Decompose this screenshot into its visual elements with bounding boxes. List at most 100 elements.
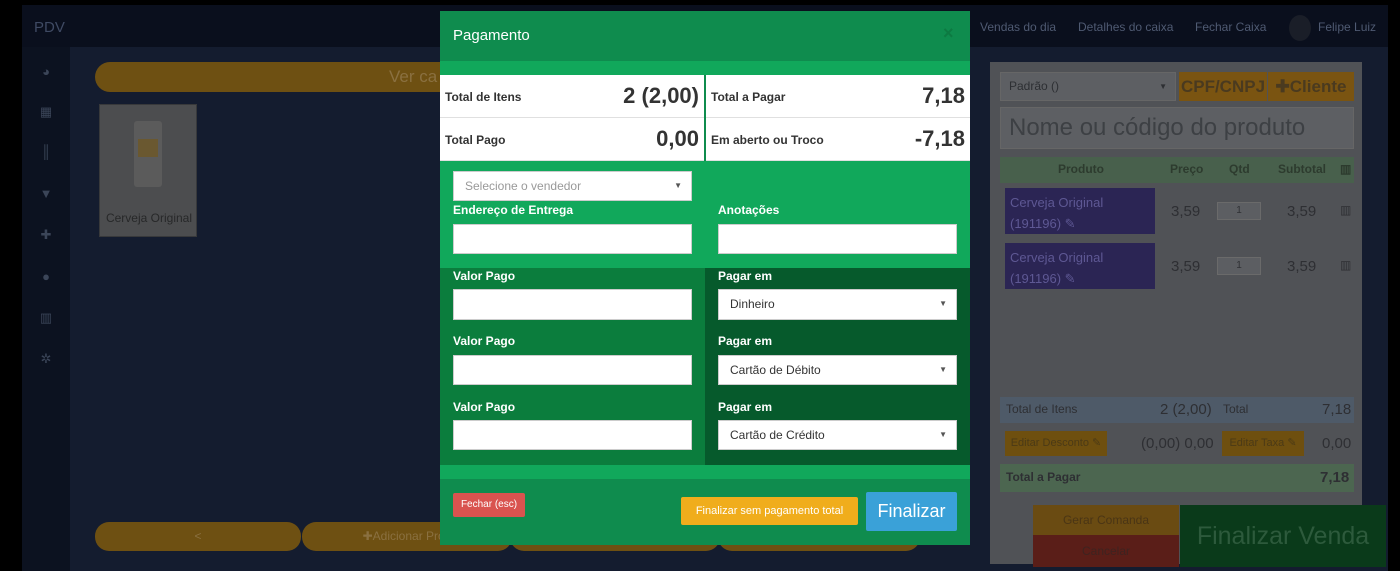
- gears-icon[interactable]: ✲: [37, 352, 55, 366]
- product-image: [134, 121, 162, 187]
- em-aberto-label: Em aberto ou Troco: [711, 133, 824, 147]
- payment-method-select[interactable]: Cartão de Crédito ▼: [718, 420, 957, 450]
- dashboard-icon[interactable]: ◕: [37, 65, 55, 79]
- cart-item-code: (191196) ✎: [1010, 216, 1076, 231]
- total-itens-value: 2 (2,00): [1160, 401, 1212, 418]
- payment-method-value: Cartão de Débito: [730, 363, 821, 377]
- users-icon[interactable]: ●: [37, 270, 55, 284]
- endereco-input[interactable]: [453, 224, 692, 254]
- col-produto: Produto: [1058, 162, 1104, 176]
- cart-item-name: Cerveja Original: [1010, 250, 1104, 265]
- nav-detalhes-do-caixa[interactable]: Detalhes do caixa: [1078, 20, 1173, 34]
- total-pagar-value: 7,18: [1320, 469, 1350, 486]
- payment-method-value: Cartão de Crédito: [730, 428, 825, 442]
- valor-pago-label: Valor Pago: [453, 334, 516, 348]
- valor-pago-label: Valor Pago: [453, 269, 516, 283]
- chevron-down-icon: ▼: [1159, 82, 1167, 91]
- cart-item-price: 3,59: [1171, 258, 1201, 275]
- nav-fechar-caixa[interactable]: Fechar Caixa: [1195, 20, 1266, 34]
- trash-icon[interactable]: ▥: [1340, 162, 1351, 176]
- chevron-down-icon: ▼: [939, 365, 947, 374]
- total-pagar-label: Total a Pagar: [1006, 470, 1081, 484]
- cart-item-qty[interactable]: 1: [1217, 257, 1261, 275]
- cart-item[interactable]: Cerveja Original (191196) ✎: [1005, 243, 1155, 289]
- payment-method-select[interactable]: Dinheiro ▼: [718, 289, 957, 320]
- payment-values: Valor Pago Valor Pago Valor Pago: [440, 268, 705, 465]
- modal-header: Pagamento ×: [440, 11, 970, 61]
- edit-discount-button[interactable]: Editar Desconto ✎: [1005, 431, 1107, 456]
- user-name[interactable]: Felipe Luiz: [1318, 20, 1376, 34]
- add-client-button[interactable]: ✚Cliente: [1268, 72, 1354, 101]
- total-itens-label: Total de Itens: [445, 90, 522, 104]
- modal-footer: Fechar (esc) Finalizar sem pagamento tot…: [440, 479, 970, 545]
- summary-em-aberto: Em aberto ou Troco -7,18: [706, 118, 970, 161]
- pagar-em-label: Pagar em: [718, 400, 773, 414]
- cart-item-price: 3,59: [1171, 203, 1201, 220]
- total-pagar-label: Total a Pagar: [711, 90, 786, 104]
- nav-vendas-do-dia[interactable]: Vendas do dia: [980, 20, 1056, 34]
- total-value: 7,18: [1322, 401, 1352, 418]
- chevron-down-icon: ▼: [939, 299, 947, 308]
- barcode-icon[interactable]: ║: [37, 145, 55, 159]
- vendedor-select[interactable]: Selecione o vendedor ▼: [453, 171, 692, 201]
- trash-icon[interactable]: ▥: [1340, 258, 1351, 272]
- payment-methods: Pagar em Dinheiro ▼ Pagar em Cartão de D…: [705, 268, 970, 465]
- anotacoes-input[interactable]: [718, 224, 957, 254]
- valor-pago-input[interactable]: [453, 289, 692, 320]
- valor-pago-input[interactable]: [453, 420, 692, 450]
- price-table-value: Padrão (): [1009, 79, 1060, 93]
- cart-item-qty[interactable]: 1: [1217, 202, 1261, 220]
- summary-total-pago: Total Pago 0,00: [440, 118, 704, 161]
- order-form: Selecione o vendedor ▼ Endereço de Entre…: [440, 161, 970, 268]
- sidebar: ◕ ▦ ║ ▼ ✚ ● ▥ ✲: [22, 47, 70, 571]
- price-table-select[interactable]: Padrão () ▼: [1000, 72, 1176, 101]
- total-pago-value: 0,00: [656, 126, 699, 151]
- vendedor-placeholder: Selecione o vendedor: [465, 179, 582, 193]
- finalizar-sem-pagamento-button[interactable]: Finalizar sem pagamento total: [681, 497, 858, 525]
- modal-title: Pagamento: [453, 27, 530, 44]
- pagar-em-label: Pagar em: [718, 269, 773, 283]
- cart-icon[interactable]: ▼: [37, 187, 55, 201]
- col-qtd: Qtd: [1229, 162, 1250, 176]
- product-name: Cerveja Original: [105, 211, 193, 225]
- payment-modal: Pagamento × Total de Itens 2 (2,00) Tota…: [440, 11, 970, 545]
- cart-item-subtotal: 3,59: [1287, 203, 1317, 220]
- user-avatar[interactable]: [1289, 15, 1311, 41]
- payment-method-value: Dinheiro: [730, 297, 775, 311]
- col-preco: Preço: [1170, 162, 1204, 176]
- total-itens-value: 2 (2,00): [623, 83, 699, 108]
- total-itens-label: Total de Itens: [1006, 402, 1078, 416]
- footer-strip: [440, 465, 970, 479]
- total-pago-label: Total Pago: [445, 133, 506, 147]
- fechar-button[interactable]: Fechar (esc): [453, 493, 525, 517]
- payment-method-select[interactable]: Cartão de Débito ▼: [718, 355, 957, 385]
- cart-item-code: (191196) ✎: [1010, 271, 1076, 286]
- prev-page-button[interactable]: <: [95, 522, 301, 551]
- close-icon[interactable]: ×: [943, 23, 954, 44]
- total-pagar-value: 7,18: [922, 83, 965, 108]
- product-search-input[interactable]: Nome ou código do produto: [1000, 107, 1354, 149]
- total-label: Total: [1223, 402, 1249, 416]
- grid-icon[interactable]: ▦: [37, 105, 55, 119]
- edit-tax-button[interactable]: Editar Taxa ✎: [1222, 431, 1304, 456]
- brand-logo[interactable]: PDV: [34, 19, 65, 36]
- summary-total-pagar: Total a Pagar 7,18: [706, 75, 970, 118]
- finalizar-venda-button[interactable]: Finalizar Venda: [1180, 505, 1386, 567]
- finalizar-button[interactable]: Finalizar: [866, 492, 957, 531]
- chevron-down-icon: ▼: [939, 430, 947, 439]
- chart-icon[interactable]: ▥: [37, 311, 55, 325]
- trash-icon[interactable]: ▥: [1340, 203, 1351, 217]
- cpf-cnpj-button[interactable]: CPF/CNPJ: [1179, 72, 1267, 101]
- cancelar-button[interactable]: Cancelar: [1033, 535, 1179, 567]
- ver-categorias-button[interactable]: Ver ca: [95, 62, 455, 92]
- anotacoes-label: Anotações: [718, 203, 780, 217]
- plus-icon[interactable]: ✚: [37, 228, 55, 242]
- chevron-down-icon: ▼: [674, 181, 682, 190]
- col-subtotal: Subtotal: [1278, 162, 1326, 176]
- gerar-comanda-button[interactable]: Gerar Comanda: [1033, 505, 1179, 535]
- endereco-label: Endereço de Entrega: [453, 203, 574, 217]
- summary-total-itens: Total de Itens 2 (2,00): [440, 75, 704, 118]
- product-card[interactable]: Cerveja Original: [99, 104, 197, 237]
- valor-pago-input[interactable]: [453, 355, 692, 385]
- cart-item[interactable]: Cerveja Original (191196) ✎: [1005, 188, 1155, 234]
